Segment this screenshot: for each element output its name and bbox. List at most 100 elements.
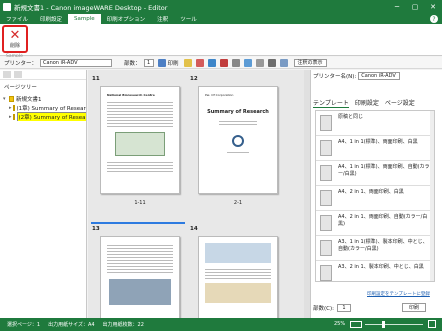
tree-item-chapter-1[interactable]: ▸ (1章) Summary of Research: [0, 103, 86, 112]
settings-tabs: テンプレート 印刷設定 ページ設定: [313, 98, 421, 108]
copies-stepper[interactable]: 1: [337, 303, 351, 312]
tab-page-setting[interactable]: ページ設定: [385, 98, 415, 108]
template-icon: [320, 140, 332, 156]
template-icon: [320, 190, 332, 206]
status-bar: 選択ページ：1 出力用紙サイズ：A4 出力用紙枚数：22 25%: [0, 318, 442, 331]
tab-print-setting[interactable]: 印刷設定: [355, 98, 379, 108]
copies-input[interactable]: 1: [143, 58, 154, 67]
tab-file[interactable]: ファイル: [0, 14, 34, 24]
template-item[interactable]: A4、2 in 1、両面印刷、自動(カラー/白黒): [316, 211, 434, 236]
text-lines: [107, 100, 173, 128]
paste-icon[interactable]: [255, 58, 264, 67]
template-item[interactable]: A4、2 in 1、両面印刷、白黒: [316, 186, 434, 211]
output-count-status: 出力用紙枚数：22: [102, 322, 144, 328]
template-item[interactable]: 原稿と同じ: [316, 111, 434, 136]
printer-icon[interactable]: [157, 58, 166, 67]
collapse-icon[interactable]: [3, 71, 11, 78]
page-preview: National Bioresearch Centre: [100, 86, 180, 194]
page-number: 14: [190, 226, 198, 232]
selected-page-status: 選択ページ：1: [7, 322, 41, 328]
rotate-icon[interactable]: [267, 58, 276, 67]
delete-icon: ✕: [9, 27, 21, 43]
tab-tools[interactable]: ツール: [174, 14, 203, 24]
expand-arrow-icon[interactable]: ▸: [9, 105, 12, 111]
window-controls: ─ ▢ ✕: [388, 0, 442, 14]
maximize-button[interactable]: ▢: [406, 0, 424, 14]
window-title: 新規文書1 - Canon imageWARE Desktop - Editor: [14, 4, 168, 12]
zoom-slider-knob[interactable]: [382, 321, 385, 328]
page-title: Summary of Research: [207, 109, 269, 115]
template-item[interactable]: A3、1 in 1(標準)、製本印刷、中とじ、自動(カラー/白黒): [316, 236, 434, 261]
thumbnail-page-14[interactable]: 14: [190, 226, 286, 318]
zoom-slider[interactable]: [365, 324, 423, 325]
toolbar: プリンター： Canon iR-ADV 部数： 1 印刷 注釈の表示: [0, 57, 442, 69]
page-heading: National Bioresearch Centre: [107, 93, 155, 97]
template-item[interactable]: A4、1 in 1(標準)、両面印刷、自動(カラー/白黒): [316, 161, 434, 186]
expand-arrow-icon[interactable]: ▸: [9, 114, 12, 120]
template-icon: [320, 165, 332, 181]
ribbon: ✕ 削除 Sample: [0, 24, 442, 59]
copy-icon[interactable]: [243, 58, 252, 67]
delete-label: 削除: [9, 42, 20, 49]
text-lines: [227, 150, 249, 155]
template-icon: [320, 115, 332, 131]
printer-select[interactable]: Canon iR-ADV: [40, 58, 113, 67]
page-tree-toolbar: [0, 70, 86, 80]
page-number: 13: [92, 226, 100, 232]
printer-name-select[interactable]: Canon iR-ADV: [358, 72, 401, 80]
page-number: 11: [92, 76, 100, 82]
cut-icon[interactable]: [231, 58, 240, 67]
thumbnail-page-11[interactable]: 11 National Bioresearch Centre 1-11: [92, 76, 188, 216]
tab-sample[interactable]: Sample: [68, 14, 101, 24]
tab-print-options[interactable]: 印刷オプション: [101, 14, 152, 24]
template-list: 原稿と同じ A4、1 in 1(標準)、両面印刷、白黒 A4、1 in 1(標準…: [315, 110, 435, 282]
thumbnail-page-12[interactable]: 12 Pei. Of Corporation Summary of Resear…: [190, 76, 286, 216]
page-preview: Pei. Of Corporation Summary of Research: [198, 86, 278, 194]
expand-icon[interactable]: [14, 71, 22, 78]
photo-image: [205, 243, 271, 263]
delete-button[interactable]: ✕ 削除: [2, 25, 28, 53]
print-settings-pane: プリンター名(N): Canon iR-ADV テンプレート 印刷設定 ページ設…: [310, 70, 442, 318]
page-thumbnail-area[interactable]: 11 National Bioresearch Centre 1-11 12 P…: [88, 70, 310, 318]
view-mode-icon[interactable]: [350, 321, 362, 328]
page-tree-pane: ページツリー ▾ 新規文書1 ▸ (1章) Summary of Researc…: [0, 70, 87, 318]
register-template-link[interactable]: 印刷設定をテンプレートに登録: [367, 291, 430, 297]
tab-annotation[interactable]: 注釈: [151, 14, 174, 24]
folder-icon[interactable]: [183, 58, 192, 67]
minimize-button[interactable]: ─: [388, 0, 406, 14]
delete-page-icon[interactable]: [219, 58, 228, 67]
text-lines: [107, 243, 173, 273]
app-icon: [3, 3, 11, 11]
page-tree-title: ページツリー: [4, 85, 37, 91]
undo-icon[interactable]: [195, 58, 204, 67]
annotation-toggle[interactable]: 注釈の表示: [293, 58, 327, 67]
page-preview: [100, 236, 180, 318]
fit-page-icon[interactable]: [428, 320, 436, 328]
tree-root[interactable]: ▾ 新規文書1: [0, 94, 86, 103]
close-window-button[interactable]: ✕: [424, 0, 442, 14]
template-icon: [320, 240, 332, 256]
selection-indicator: [91, 222, 185, 224]
print-label: 印刷: [167, 60, 179, 67]
template-item[interactable]: A3、2 in 1、製本印刷、中とじ、白黒: [316, 261, 434, 281]
page-caption: 2-1: [233, 200, 243, 206]
tab-template[interactable]: テンプレート: [313, 98, 349, 108]
print-button[interactable]: 印刷: [402, 303, 426, 312]
tab-print-settings[interactable]: 印刷設定: [34, 14, 68, 24]
page-heading: Pei. Of Corporation: [205, 93, 234, 97]
copies-label: 部数：: [124, 60, 141, 67]
diagram-image: [115, 132, 165, 156]
help-icon[interactable]: ?: [430, 15, 438, 23]
printer-name-label: プリンター名(N):: [313, 74, 357, 80]
chapter-icon: [12, 104, 15, 111]
template-item[interactable]: A4、1 in 1(標準)、両面印刷、白黒: [316, 136, 434, 161]
template-scrollbar[interactable]: [430, 111, 434, 281]
output-size-status: 出力用紙サイズ：A4: [48, 322, 95, 328]
tree-item-chapter-2[interactable]: ▸ (2章) Summary of Research: [0, 112, 86, 121]
redo-icon[interactable]: [207, 58, 216, 67]
thumbnail-page-13[interactable]: 13: [92, 226, 188, 318]
collapse-arrow-icon[interactable]: ▾: [3, 96, 8, 102]
photo-image: [205, 283, 271, 303]
view-icon[interactable]: [279, 58, 288, 67]
template-icon: [320, 265, 332, 281]
